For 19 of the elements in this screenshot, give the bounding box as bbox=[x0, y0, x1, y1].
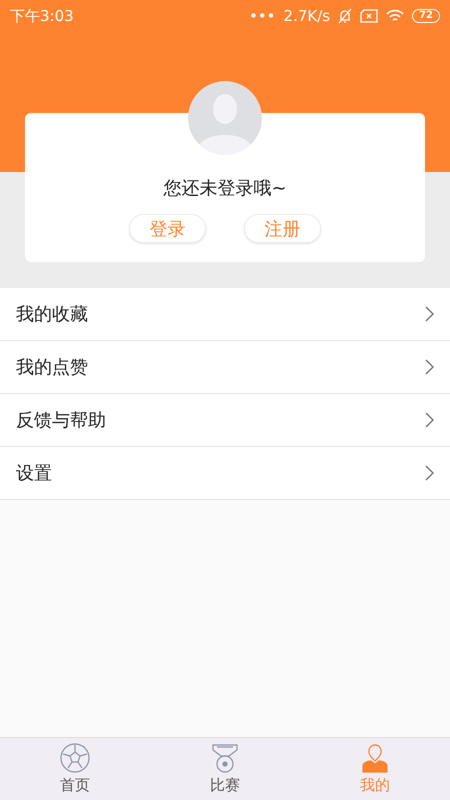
tab-item[interactable]: 比赛 bbox=[150, 738, 300, 800]
tab-item[interactable]: 首页 bbox=[0, 738, 150, 800]
wifi-icon bbox=[386, 9, 404, 23]
menu-item[interactable]: 我的收藏 bbox=[0, 288, 450, 341]
menu-item[interactable]: 反馈与帮助 bbox=[0, 394, 450, 447]
network-speed: 2.7K/s bbox=[284, 7, 330, 25]
chevron-right-icon bbox=[424, 306, 434, 322]
login-prompt: 您还未登录哦~ bbox=[163, 177, 287, 200]
status-time: 下午3:03 bbox=[10, 6, 74, 26]
menu-item[interactable]: 设置 bbox=[0, 447, 450, 500]
battery-level: 72 bbox=[412, 9, 440, 23]
chevron-right-icon bbox=[424, 465, 434, 481]
menu-item[interactable]: 我的点赞 bbox=[0, 341, 450, 394]
soccer-ball-icon bbox=[59, 742, 91, 774]
chevron-right-icon bbox=[424, 359, 434, 375]
sim-icon bbox=[360, 9, 378, 23]
bell-muted-icon bbox=[338, 8, 352, 24]
status-dots: ••• bbox=[248, 7, 276, 25]
chevron-right-icon bbox=[424, 412, 434, 428]
